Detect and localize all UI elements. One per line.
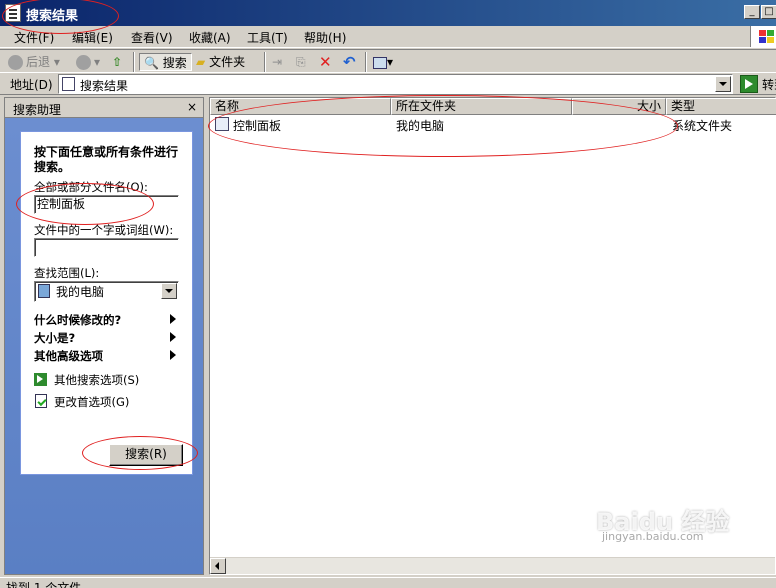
address-bar: 地址(D) 搜索结果 转到: [0, 73, 776, 95]
forward-button[interactable]: ▾: [76, 53, 100, 71]
address-value: 搜索结果: [80, 79, 129, 93]
windows-logo-icon: [750, 26, 776, 47]
views-icon: [373, 56, 387, 69]
folders-toolbar-label: 文件夹: [209, 55, 246, 69]
preferences-icon: [35, 394, 47, 408]
search-instruction: 按下面任意或所有条件进行搜索。: [34, 145, 179, 174]
search-assistant-body: 按下面任意或所有条件进行搜索。 全部或部分文件名(O): 控制面板 文件中的一个…: [5, 118, 203, 574]
column-header-folder[interactable]: 所在文件夹: [391, 98, 572, 115]
title-bar: 搜索结果 _ □: [0, 0, 776, 26]
search-page-icon: [62, 77, 75, 91]
up-folder-button[interactable]: ⇧: [112, 53, 122, 71]
menu-favorites[interactable]: 收藏(A): [189, 29, 231, 46]
search-toolbar-label: 搜索: [162, 56, 187, 70]
address-dropdown-button[interactable]: [715, 76, 731, 92]
result-folder: 我的电脑: [396, 119, 445, 133]
search-assistant-pane: 搜索助理 × 按下面任意或所有条件进行搜索。 全部或部分文件名(O): 控制面板…: [4, 97, 204, 575]
expand-arrow-icon[interactable]: [170, 332, 176, 342]
column-header-size[interactable]: 大小: [572, 98, 666, 115]
horizontal-scrollbar[interactable]: [210, 557, 775, 574]
watermark-url: jingyan.baidu.com: [602, 530, 704, 543]
menu-file[interactable]: 文件(F): [14, 29, 54, 46]
forward-arrow-icon: [76, 55, 91, 70]
move-to-icon[interactable]: ⇥: [272, 53, 282, 71]
undo-icon[interactable]: ↶: [343, 53, 356, 71]
expand-arrow-icon[interactable]: [170, 314, 176, 324]
phrase-input[interactable]: [34, 238, 179, 257]
scope-label: 查找范围(L):: [34, 266, 100, 280]
toolbar-separator: [264, 52, 266, 72]
window-title: 搜索结果: [26, 9, 79, 24]
advanced-option[interactable]: 其他高级选项: [34, 348, 103, 364]
menu-help[interactable]: 帮助(H): [304, 29, 346, 46]
search-toolbar-button[interactable]: 🔍 搜索: [139, 53, 192, 71]
result-type: 系统文件夹: [672, 119, 733, 133]
close-pane-icon[interactable]: ×: [187, 100, 197, 114]
filename-input[interactable]: 控制面板: [34, 195, 179, 214]
toolbar: 后退 ▾ ▾ ⇧ 🔍 搜索 ▰ 文件夹 ⇥ ⎘ ✕ ↶ ▾: [0, 49, 776, 73]
address-input[interactable]: 搜索结果: [58, 74, 733, 94]
filename-label: 全部或部分文件名(O):: [34, 180, 148, 194]
views-button[interactable]: ▾: [373, 53, 393, 71]
status-text: 找到 1 个文件: [6, 581, 82, 588]
change-preferences-link[interactable]: 更改首选项(G): [54, 394, 129, 410]
search-assistant-header: 搜索助理 ×: [5, 98, 203, 118]
delete-icon[interactable]: ✕: [319, 53, 332, 71]
column-header-type[interactable]: 类型: [666, 98, 776, 115]
search-assistant-title: 搜索助理: [13, 103, 62, 117]
copy-to-icon[interactable]: ⎘: [296, 53, 306, 71]
scope-value: 我的电脑: [56, 285, 105, 299]
search-button[interactable]: 搜索(R): [109, 444, 183, 466]
result-name[interactable]: 控制面板: [233, 117, 281, 134]
folders-toolbar-button[interactable]: ▰ 文件夹: [196, 53, 245, 71]
minimize-button[interactable]: _: [744, 5, 760, 19]
go-button-label[interactable]: 转到: [762, 76, 776, 93]
magnifier-icon: 🔍: [144, 56, 159, 70]
search-form-panel: 按下面任意或所有条件进行搜索。 全部或部分文件名(O): 控制面板 文件中的一个…: [20, 131, 193, 475]
my-computer-icon: [38, 284, 50, 298]
maximize-button[interactable]: □: [761, 5, 776, 19]
expand-arrow-icon[interactable]: [170, 350, 176, 360]
go-arrow-icon[interactable]: [740, 75, 758, 93]
address-label: 地址(D): [10, 78, 53, 92]
menu-bar: 文件(F) 编辑(E) 查看(V) 收藏(A) 工具(T) 帮助(H): [0, 26, 776, 48]
column-header-name[interactable]: 名称: [210, 98, 391, 115]
toolbar-separator: [133, 52, 135, 72]
back-button[interactable]: 后退 ▾: [8, 53, 60, 71]
back-label: 后退: [26, 55, 51, 69]
menu-view[interactable]: 查看(V): [131, 29, 173, 46]
when-modified-option[interactable]: 什么时候修改的?: [34, 312, 121, 328]
phrase-label: 文件中的一个字或词组(W):: [34, 223, 174, 237]
scroll-left-button[interactable]: [210, 558, 226, 574]
scope-dropdown-button[interactable]: [161, 283, 177, 299]
menu-edit[interactable]: 编辑(E): [72, 29, 113, 46]
scope-select[interactable]: 我的电脑: [34, 281, 179, 302]
other-options-arrow-icon: [34, 373, 47, 386]
status-bar: 找到 1 个文件: [0, 577, 776, 588]
toolbar-separator: [365, 52, 367, 72]
size-option[interactable]: 大小是?: [34, 330, 75, 346]
menu-tools[interactable]: 工具(T): [247, 29, 288, 46]
back-arrow-icon: [8, 55, 23, 70]
control-panel-icon: [215, 117, 229, 131]
other-search-options-link[interactable]: 其他搜索选项(S): [54, 372, 139, 388]
folder-icon: ▰: [196, 55, 206, 69]
search-window-icon: [5, 4, 21, 22]
